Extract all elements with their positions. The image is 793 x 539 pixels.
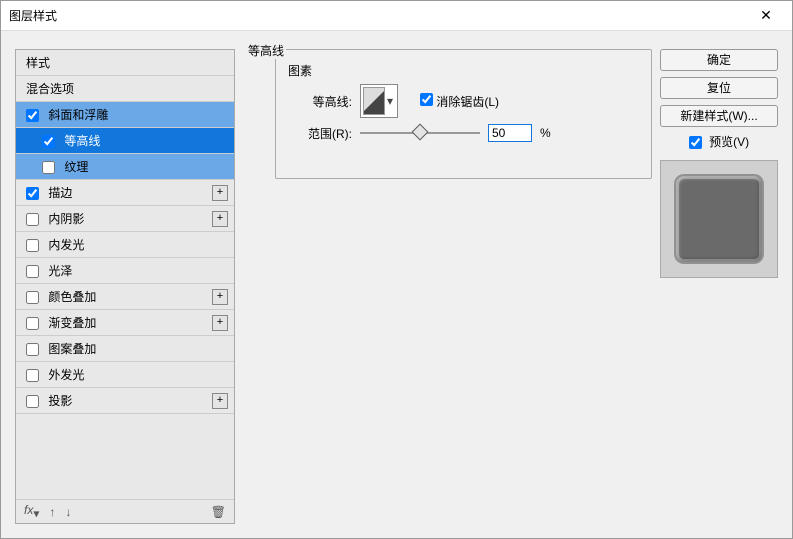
style-item-pattern-overlay[interactable]: 图案叠加 — [16, 336, 234, 362]
style-item-color-overlay[interactable]: 颜色叠加 + — [16, 284, 234, 310]
pattern-overlay-checkbox[interactable] — [26, 343, 39, 356]
add-icon[interactable]: + — [212, 393, 228, 409]
stroke-checkbox[interactable] — [26, 187, 39, 200]
inner-glow-label: 内发光 — [48, 238, 84, 252]
bevel-label: 斜面和浮雕 — [48, 108, 108, 122]
move-up-icon[interactable]: ↑ — [49, 505, 55, 519]
antialias-label: 消除锯齿(L) — [436, 95, 499, 109]
style-item-outer-glow[interactable]: 外发光 — [16, 362, 234, 388]
titlebar: 图层样式 ✕ — [1, 1, 792, 31]
color-overlay-label: 颜色叠加 — [48, 290, 96, 304]
outer-glow-checkbox[interactable] — [26, 369, 39, 382]
drop-shadow-checkbox[interactable] — [26, 395, 39, 408]
preview-checkbox[interactable] — [689, 136, 702, 149]
range-input[interactable] — [488, 124, 532, 142]
stroke-label: 描边 — [48, 186, 72, 200]
antialias-checkbox[interactable] — [420, 93, 433, 106]
add-icon[interactable]: + — [212, 315, 228, 331]
texture-checkbox[interactable] — [42, 161, 55, 174]
antialias-control[interactable]: 消除锯齿(L) — [420, 93, 499, 110]
contour-field-label: 等高线: — [296, 93, 352, 110]
ok-button[interactable]: 确定 — [660, 49, 778, 71]
drop-shadow-label: 投影 — [48, 394, 72, 408]
gradient-overlay-checkbox[interactable] — [26, 317, 39, 330]
move-down-icon[interactable]: ↓ — [65, 505, 71, 519]
range-unit: % — [540, 126, 551, 140]
fx-menu-icon[interactable]: fx▾ — [24, 503, 39, 520]
styles-header: 样式 — [16, 50, 234, 76]
style-item-stroke[interactable]: 描边 + — [16, 180, 234, 206]
dialog-body: 样式 混合选项 斜面和浮雕 等高线 纹理 描边 + — [1, 31, 792, 538]
inner-glow-checkbox[interactable] — [26, 239, 39, 252]
elements-section-label: 图素 — [286, 62, 314, 79]
style-item-texture[interactable]: 纹理 — [16, 154, 234, 180]
preview-control[interactable]: 预览(V) — [689, 135, 749, 149]
close-button[interactable]: ✕ — [748, 1, 784, 31]
style-item-inner-shadow[interactable]: 内阴影 + — [16, 206, 234, 232]
slider-thumb-icon[interactable] — [412, 124, 429, 141]
preview-toggle-row: 预览(V) — [660, 133, 778, 150]
bevel-checkbox[interactable] — [26, 109, 39, 122]
contour-label: 等高线 — [64, 134, 100, 148]
blending-options-item[interactable]: 混合选项 — [16, 76, 234, 102]
style-item-contour[interactable]: 等高线 — [16, 128, 234, 154]
window-title: 图层样式 — [9, 7, 748, 24]
trash-icon[interactable]: 🗑 — [211, 505, 226, 519]
style-item-gradient-overlay[interactable]: 渐变叠加 + — [16, 310, 234, 336]
gradient-overlay-label: 渐变叠加 — [48, 316, 96, 330]
preview-label: 预览(V) — [709, 135, 749, 149]
contour-swatch — [363, 87, 385, 115]
texture-label: 纹理 — [64, 160, 88, 174]
inner-shadow-label: 内阴影 — [48, 212, 84, 226]
styles-list-panel: 样式 混合选项 斜面和浮雕 等高线 纹理 描边 + — [15, 49, 235, 524]
preview-swatch — [676, 176, 762, 262]
outer-glow-label: 外发光 — [48, 368, 84, 382]
range-row: 范围(R): % — [296, 124, 641, 142]
contour-fieldset: 等高线 图素 等高线: ▾ 消除锯齿(L) 范围(R): — [275, 49, 652, 179]
style-item-satin[interactable]: 光泽 — [16, 258, 234, 284]
color-overlay-checkbox[interactable] — [26, 291, 39, 304]
add-icon[interactable]: + — [212, 185, 228, 201]
styles-footer: fx▾ ↑ ↓ 🗑 — [16, 499, 234, 523]
chevron-down-icon: ▾ — [385, 87, 395, 115]
satin-label: 光泽 — [48, 264, 72, 278]
action-panel: 确定 复位 新建样式(W)... 预览(V) — [660, 49, 778, 278]
add-icon[interactable]: + — [212, 289, 228, 305]
reset-button[interactable]: 复位 — [660, 77, 778, 99]
range-label: 范围(R): — [296, 125, 352, 142]
settings-panel: 等高线 图素 等高线: ▾ 消除锯齿(L) 范围(R): — [245, 49, 652, 524]
layer-style-dialog: 图层样式 ✕ 样式 混合选项 斜面和浮雕 等高线 纹理 描边 — [0, 0, 793, 539]
preview-box — [660, 160, 778, 278]
blending-options-label: 混合选项 — [26, 82, 74, 96]
inner-shadow-checkbox[interactable] — [26, 213, 39, 226]
pattern-overlay-label: 图案叠加 — [48, 342, 96, 356]
contour-picker[interactable]: ▾ — [360, 84, 398, 118]
style-item-inner-glow[interactable]: 内发光 — [16, 232, 234, 258]
panel-title: 等高线 — [246, 42, 286, 59]
style-item-drop-shadow[interactable]: 投影 + — [16, 388, 234, 414]
contour-checkbox[interactable] — [42, 135, 55, 148]
contour-row: 等高线: ▾ 消除锯齿(L) — [296, 84, 641, 118]
range-slider[interactable] — [360, 126, 480, 140]
add-icon[interactable]: + — [212, 211, 228, 227]
new-style-button[interactable]: 新建样式(W)... — [660, 105, 778, 127]
satin-checkbox[interactable] — [26, 265, 39, 278]
style-item-bevel[interactable]: 斜面和浮雕 — [16, 102, 234, 128]
